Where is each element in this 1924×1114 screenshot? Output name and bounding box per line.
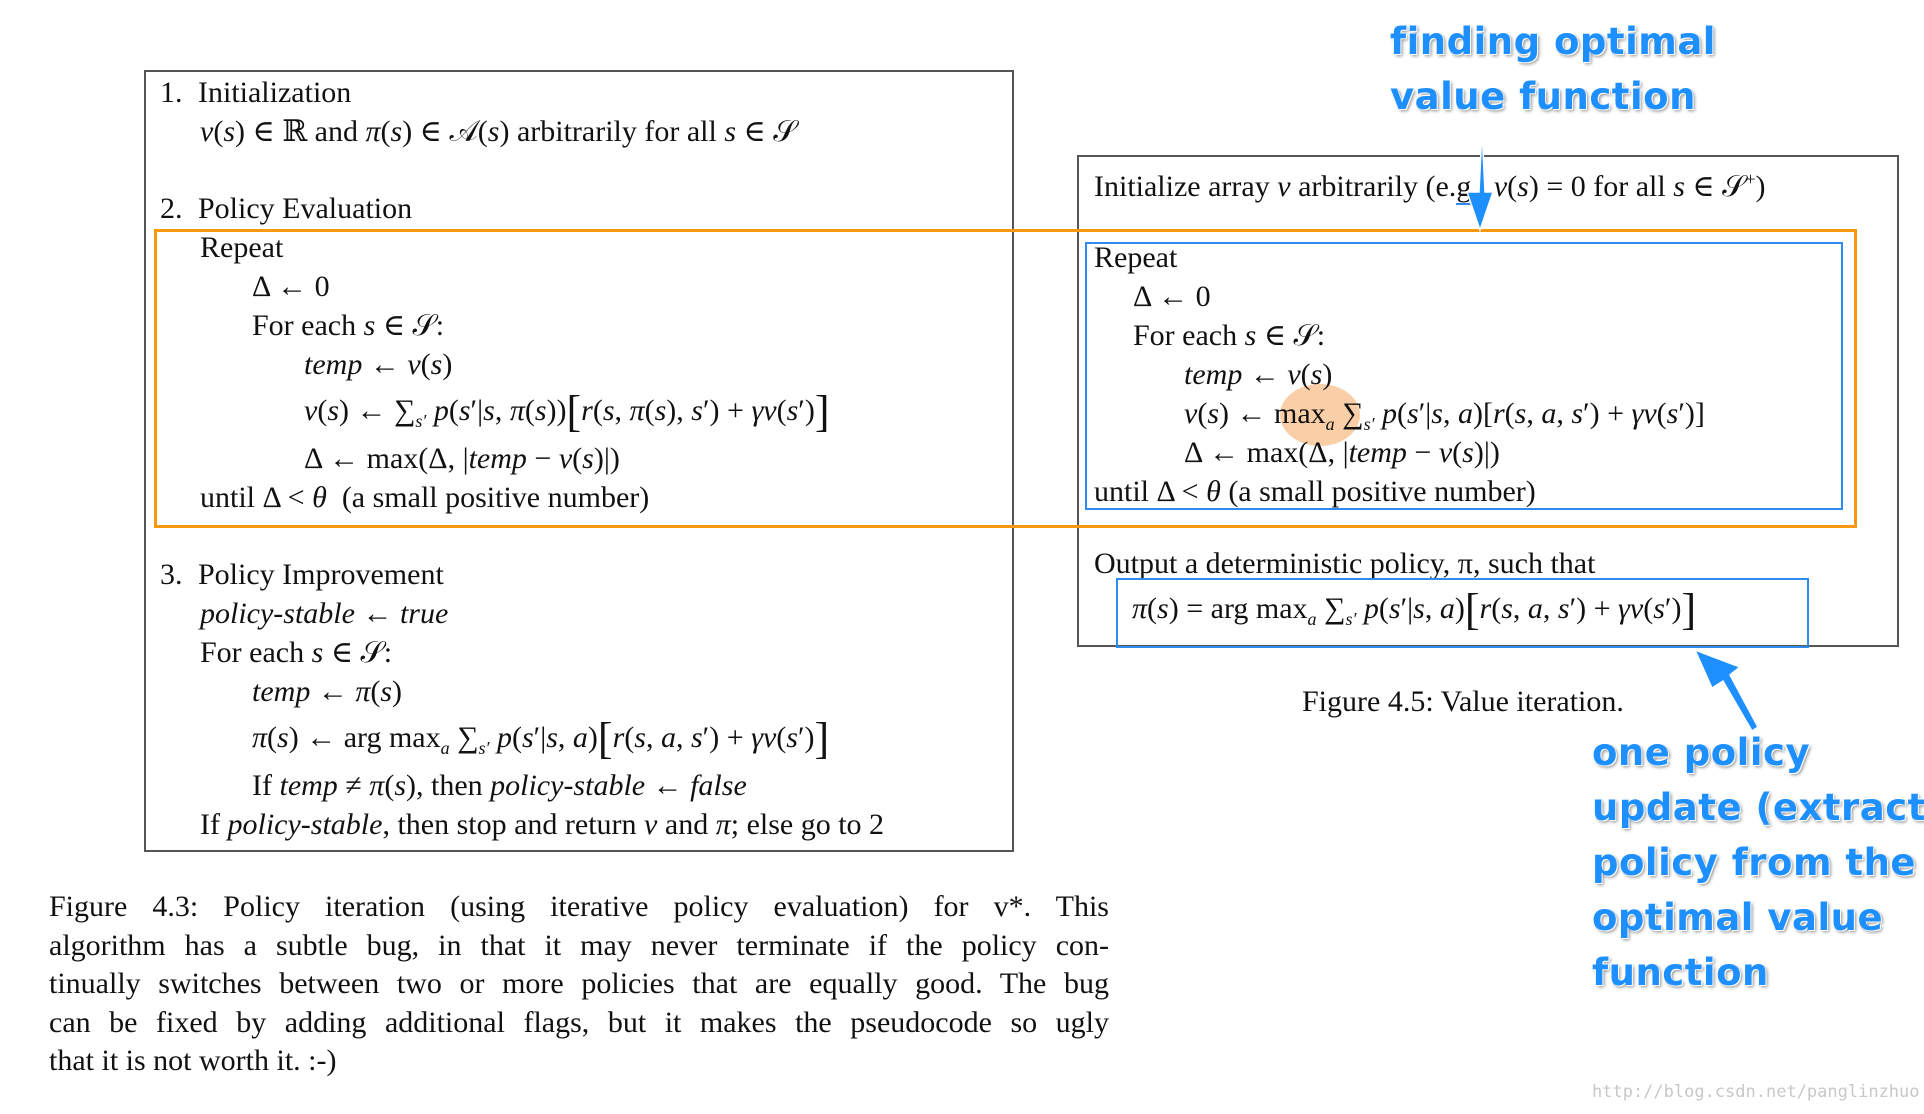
pi-stop: If policy-stable, then stop and return v… (200, 808, 885, 841)
annotation-line: finding optimal (1390, 20, 1716, 63)
arrow-down-icon (1465, 130, 1495, 233)
policy-evaluation-highlight (154, 229, 1857, 528)
annotation-line: policy from the (1592, 841, 1917, 884)
pi-update: π(s) ← arg maxa ∑s′ p(s′|s, a)[r(s, a, s… (252, 714, 830, 763)
annotation-finding-optimal: finding optimal value function (1390, 14, 1716, 124)
step-2-heading: 2. Policy Evaluation (160, 190, 412, 229)
figure-4-5-caption: Figure 4.5: Value iteration. (1302, 685, 1624, 718)
step-number: 1. (160, 76, 183, 109)
annotation-line: optimal value (1592, 896, 1884, 939)
vi-init-line: Initialize array v arbitrarily (e.g., v(… (1094, 169, 1766, 205)
caption-line: that it is not worth it. :-) (49, 1044, 337, 1078)
caption-line: tinually switches between two or more po… (49, 967, 1109, 1001)
step-1-heading: 1. Initialization (160, 74, 351, 113)
pi-for-each: For each s ∈ 𝒮: (200, 636, 393, 669)
step-title: Policy Evaluation (198, 192, 413, 225)
annotation-line: update (extract (1592, 786, 1924, 829)
arrow-up-left-icon (1693, 648, 1759, 733)
step-number: 2. (160, 192, 183, 225)
pi-stable-init: policy-stable ← true (200, 597, 449, 630)
step-title: Policy Improvement (198, 558, 444, 591)
watermark: http://blog.csdn.net/panglinzhuo (1592, 1082, 1920, 1102)
step-number: 3. (160, 558, 183, 591)
annotation-line: function (1592, 951, 1769, 994)
annotation-line: value function (1390, 75, 1696, 118)
step-1-line: v(s) ∈ ℝ and π(s) ∈ 𝒜(s) arbitrarily for… (200, 115, 797, 148)
pi-temp: temp ← π(s) (252, 675, 403, 708)
caption-line: Figure 4.3: Policy iteration (using iter… (49, 890, 1109, 923)
figure-4-3-caption: Figure 4.3: Policy iteration (using iter… (49, 888, 1109, 1081)
step-title: Initialization (198, 76, 352, 109)
step-3-heading: 3. Policy Improvement (160, 556, 444, 595)
annotation-line: one policy (1592, 731, 1811, 774)
caption-line: can be fixed by adding additional flags,… (49, 1005, 1109, 1039)
pi-if-changed: If temp ≠ π(s), then policy-stable ← fal… (252, 769, 747, 802)
annotation-one-policy-update: one policy update (extract policy from t… (1592, 725, 1924, 1000)
vi-output-formula: π(s) = arg maxa ∑s′ p(s′|s, a)[r(s, a, s… (1132, 585, 1697, 634)
caption-line: algorithm has a subtle bug, in that it m… (49, 928, 1109, 962)
